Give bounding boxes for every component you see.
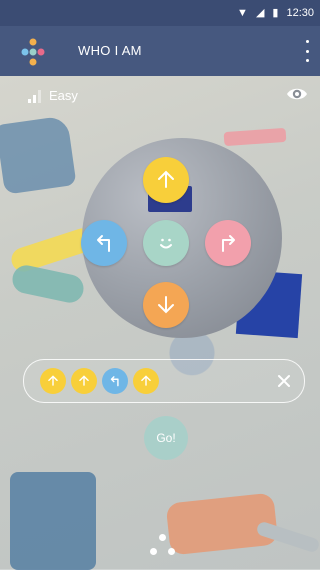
sequence-step[interactable] — [133, 368, 159, 394]
move-backward-button[interactable] — [143, 282, 189, 328]
menu-dots-button[interactable] — [148, 534, 178, 558]
wifi-icon: ▼ — [237, 6, 248, 19]
command-sequence — [23, 359, 305, 403]
eye-icon[interactable] — [286, 86, 308, 102]
turn-left-button[interactable] — [81, 220, 127, 266]
app-title: WHO I AM — [78, 43, 142, 58]
turn-left-icon — [110, 376, 119, 387]
turn-left-icon — [97, 235, 110, 252]
sequence-step[interactable] — [40, 368, 66, 394]
arrow-up-icon — [158, 170, 174, 188]
arrow-down-icon — [158, 296, 174, 314]
sequence-step[interactable] — [71, 368, 97, 394]
status-bar: ▼ ◢ ▮ 12:30 — [0, 0, 320, 26]
signal-strength-icon — [28, 89, 41, 103]
app-logo-icon — [21, 38, 45, 66]
mat-illustration — [223, 127, 287, 147]
turn-right-icon — [222, 235, 235, 252]
clear-sequence-button[interactable] — [275, 372, 293, 390]
center-smiley-button[interactable] — [143, 220, 189, 266]
mat-illustration — [10, 472, 96, 570]
go-button[interactable]: Go! — [144, 416, 188, 460]
signal-icon: ◢ — [255, 7, 265, 19]
mat-illustration — [255, 520, 320, 554]
move-forward-button[interactable] — [143, 157, 189, 203]
smiley-icon — [160, 238, 172, 249]
mat-illustration — [0, 115, 77, 195]
arrow-up-icon — [79, 375, 89, 386]
app-bar: WHO I AM — [0, 26, 320, 76]
mat-illustration — [9, 262, 87, 306]
arrow-up-icon — [48, 375, 58, 386]
sequence-step[interactable] — [102, 368, 128, 394]
battery-icon: ▮ — [272, 7, 279, 19]
difficulty-level[interactable]: Easy — [28, 88, 78, 103]
arrow-up-icon — [141, 375, 151, 386]
status-time: 12:30 — [286, 6, 314, 19]
overflow-menu-button[interactable] — [302, 40, 312, 62]
difficulty-label: Easy — [49, 88, 78, 103]
turn-right-button[interactable] — [205, 220, 251, 266]
